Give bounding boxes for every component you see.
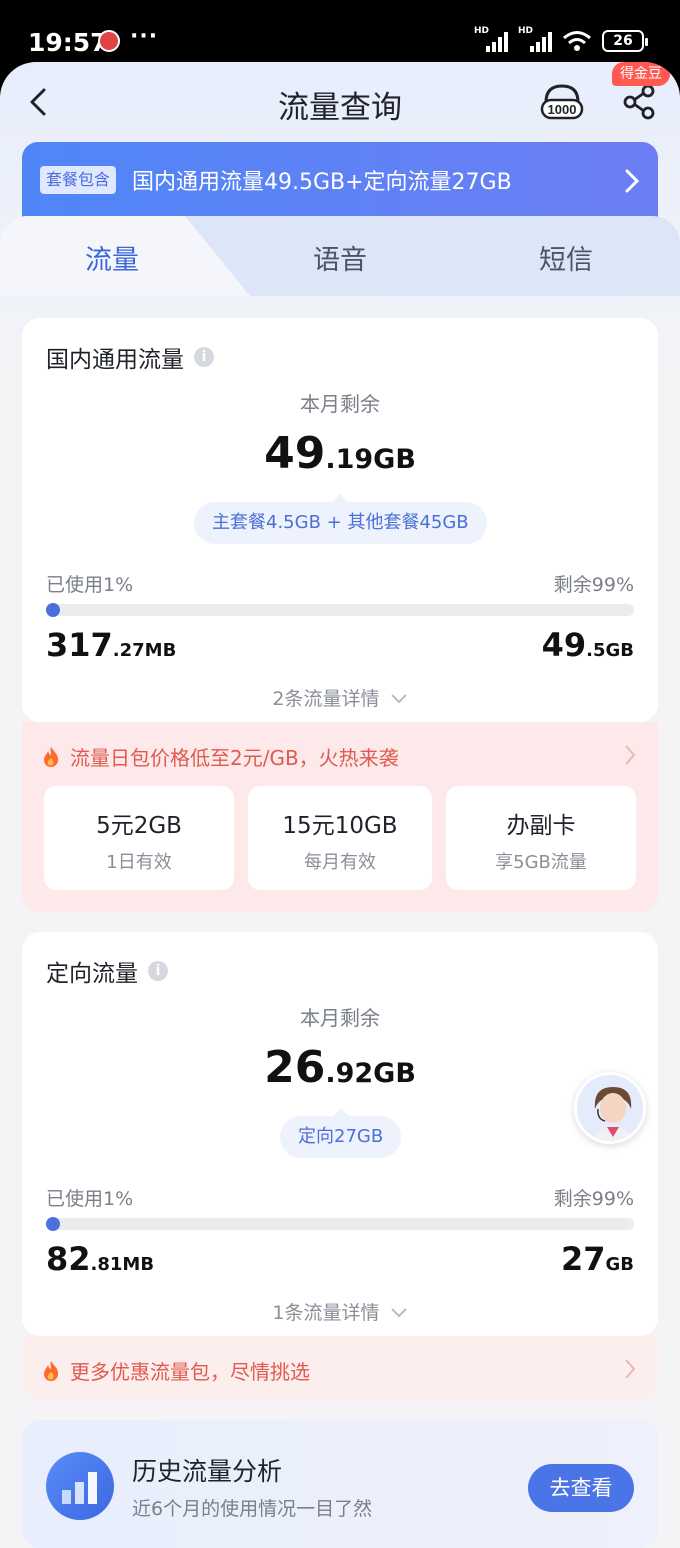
info-icon[interactable]: i [148,961,168,981]
plan-banner[interactable]: 套餐包含 国内通用流量49.5GB+定向流量27GB [22,142,658,220]
used-percent: 已使用1% [46,574,134,596]
nav-bar: 流量查询 1000 得金豆 [0,62,680,142]
general-data-card: 国内通用流量 i 本月剩余 49.19GB 主套餐4.5GB + 其他套餐45G… [22,318,658,722]
package-breakdown: 主套餐4.5GB + 其他套餐45GB [194,494,487,544]
offer-card[interactable]: 办副卡 享5GB流量 [446,786,636,890]
usage-progress-bar [46,603,634,617]
remaining-percent: 剩余99% [553,1188,634,1210]
total-amount: 49.5GB [541,626,634,664]
status-icons: HD HD 26 [474,26,648,52]
battery-icon: 26 [602,30,648,52]
customer-service-number: 1000 [548,102,577,117]
remain-label: 本月剩余 [300,392,380,416]
usage-progress-bar [46,1217,634,1231]
remain-label: 本月剩余 [300,1006,380,1030]
promo-text: 更多优惠流量包，尽情挑选 [70,1360,310,1384]
tab-bar: 流量 语音 短信 [0,216,680,296]
promo-section: 更多优惠流量包，尽情挑选 [22,1336,658,1400]
assistant-avatar[interactable] [574,1072,646,1144]
status-time: 19:57 [28,28,108,57]
chevron-down-icon [390,694,407,704]
chevron-right-icon [625,745,636,765]
history-title: 历史流量分析 [132,1457,283,1486]
tab-voice[interactable]: 语音 [280,238,400,277]
directed-data-card: 定向流量 i 本月剩余 26.92GB 定向27GB 已使用1% 剩余99% 8… [22,932,658,1336]
fire-icon [44,746,59,767]
offer-subtitle: 每月有效 [304,852,376,873]
chevron-right-icon [625,1359,636,1379]
used-percent: 已使用1% [46,1188,134,1210]
card-title: 国内通用流量 [46,347,184,373]
card-title: 定向流量 [46,961,138,987]
offer-subtitle: 1日有效 [106,852,172,873]
info-icon[interactable]: i [194,347,214,367]
app-screen: 流量查询 1000 得金豆 套餐包含 国内通用流量49.5GB+定向流量27GB… [0,62,680,1548]
signal-icon-1: HD [474,26,508,52]
package-breakdown: 定向27GB [280,1108,402,1158]
offer-card[interactable]: 15元10GB 每月有效 [248,786,432,890]
details-link[interactable]: 1条流量详情 [22,1298,658,1325]
promo-text: 流量日包价格低至2元/GB，火热来袭 [70,746,399,770]
customer-service-icon[interactable]: 1000 [540,82,584,124]
offer-title: 5元2GB [96,813,182,839]
total-amount: 27GB [560,1240,634,1278]
tab-data[interactable]: 流量 [52,238,172,277]
remaining-amount: 49.19GB [264,428,416,479]
history-subtitle: 近6个月的使用情况一目了然 [132,1498,373,1520]
promo-line[interactable]: 流量日包价格低至2元/GB，火热来袭 [42,742,399,771]
view-history-button[interactable]: 去查看 [528,1464,634,1512]
offer-subtitle: 享5GB流量 [495,852,587,873]
signal-icon-2: HD [518,26,552,52]
history-analysis-card: 历史流量分析 近6个月的使用情况一目了然 去查看 [22,1420,658,1548]
usage-progress-fill [46,603,60,617]
remaining-amount: 26.92GB [264,1042,416,1093]
promo-line[interactable]: 更多优惠流量包，尽情挑选 [42,1356,310,1385]
offer-title: 办副卡 [506,813,576,839]
chevron-right-icon [625,169,640,193]
notification-app-icon [98,30,120,52]
chevron-down-icon [390,1308,407,1318]
wifi-icon [563,31,591,51]
usage-progress-fill [46,1217,60,1231]
used-amount: 317.27MB [46,626,177,664]
fire-icon [44,1360,59,1381]
plan-tag: 套餐包含 [40,166,117,194]
plan-summary: 国内通用流量49.5GB+定向流量27GB [132,170,512,195]
tab-sms[interactable]: 短信 [506,238,626,277]
remaining-percent: 剩余99% [553,574,634,596]
share-icon[interactable] [622,84,658,120]
gold-coin-badge[interactable]: 得金豆 [612,62,670,86]
more-notifications-icon: ··· [130,24,159,49]
chart-icon [46,1452,114,1520]
details-link[interactable]: 2条流量详情 [22,684,658,711]
offer-card[interactable]: 5元2GB 1日有效 [44,786,234,890]
offer-title: 15元10GB [282,813,398,839]
promo-section: 流量日包价格低至2元/GB，火热来袭 5元2GB 1日有效 15元10GB 每月… [22,722,658,912]
used-amount: 82.81MB [46,1240,155,1278]
